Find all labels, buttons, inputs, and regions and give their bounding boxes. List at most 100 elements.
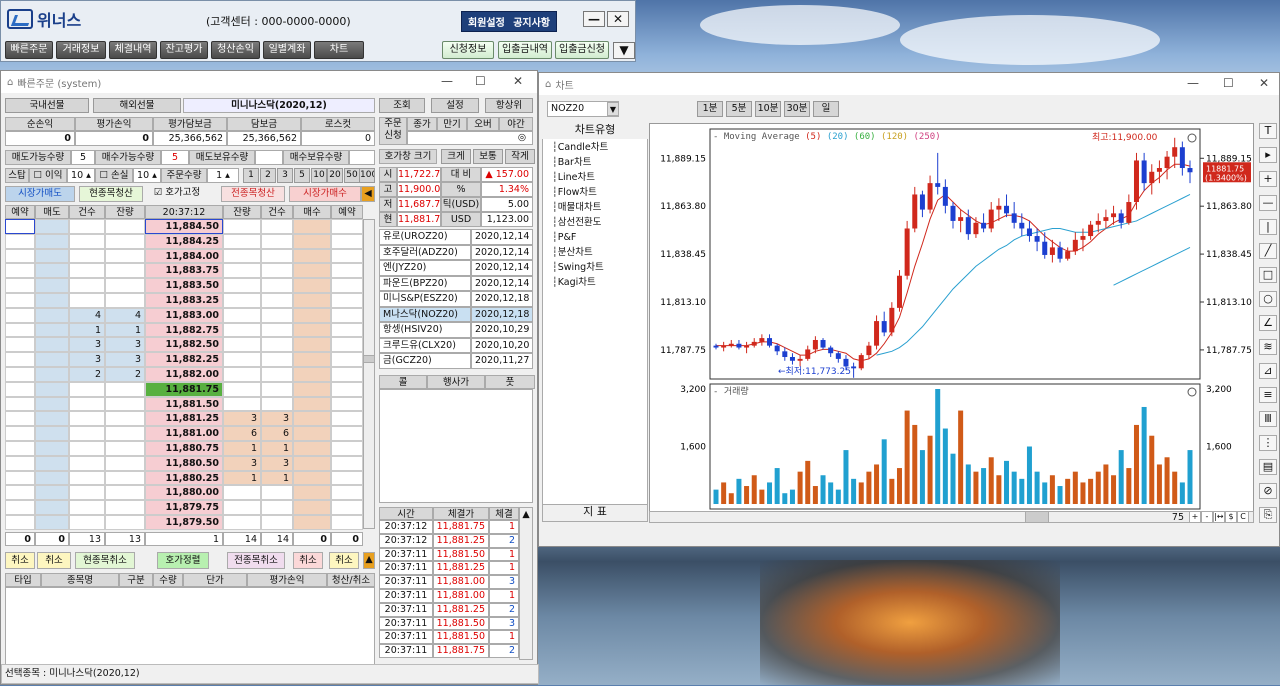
ladder-cell[interactable]: 6 (223, 426, 261, 441)
ladder-price[interactable]: 11,880.50 (145, 455, 223, 471)
ladder-cell[interactable] (223, 352, 261, 367)
ladder-cell[interactable] (5, 263, 35, 279)
product-date-row[interactable]: 2020,12,18 (471, 291, 533, 307)
menu-button-3[interactable]: 잔고평가 (160, 41, 208, 59)
tab-overseas[interactable]: 해외선물 (93, 98, 181, 113)
ladder-price[interactable]: 11,880.25 (145, 470, 223, 486)
ladder-cell[interactable] (35, 293, 69, 308)
drawing-tool-icon[interactable]: ⎘ (1259, 507, 1277, 523)
ladder-cell[interactable] (5, 455, 35, 471)
ladder-cell[interactable] (223, 396, 261, 412)
ladder-cell[interactable] (5, 307, 35, 323)
ladder-cell[interactable] (69, 500, 105, 515)
ladder-cell[interactable] (261, 307, 293, 323)
ladder-cell[interactable] (261, 219, 293, 234)
ladder-cell[interactable] (331, 278, 363, 293)
ladder-cell[interactable] (331, 233, 363, 249)
ladder-cell[interactable] (105, 219, 145, 234)
ladder-cell[interactable] (69, 278, 105, 293)
ladder-cell[interactable] (105, 441, 145, 456)
ladder-cell[interactable] (5, 441, 35, 456)
ladder-cell[interactable] (105, 470, 145, 486)
quote-header-3[interactable]: 오버 (467, 117, 499, 131)
indicator-button[interactable]: 지 표 (542, 504, 648, 522)
ladder-cell[interactable] (293, 426, 331, 441)
market-buy-button[interactable]: 시장가매수 (289, 186, 361, 202)
ladder-cell[interactable] (35, 352, 69, 367)
ladder-cell[interactable]: 3 (105, 352, 145, 367)
ladder-cell[interactable] (293, 441, 331, 456)
ladder-cell[interactable] (69, 470, 105, 486)
drawing-tool-icon[interactable]: ▸ (1259, 147, 1277, 163)
product-name-row[interactable]: M나스닥(NOZ20) (379, 306, 471, 322)
ladder-cell[interactable] (331, 515, 363, 530)
ladder-cell[interactable] (69, 485, 105, 501)
ladder-cell[interactable]: 3 (223, 455, 261, 471)
ladder-cell[interactable] (261, 263, 293, 279)
zoom-button-4[interactable]: C (1237, 511, 1249, 523)
ladder-cell[interactable] (293, 293, 331, 308)
close-button[interactable]: ✕ (607, 11, 629, 27)
trade-scrollbar[interactable]: ▲ (519, 507, 533, 660)
product-date-row[interactable]: 2020,12,14 (471, 260, 533, 276)
ladder-cell[interactable] (35, 367, 69, 382)
drawing-tool-icon[interactable]: ≡ (1259, 387, 1277, 403)
ladder-cell[interactable] (261, 381, 293, 397)
ladder-cell[interactable] (69, 219, 105, 234)
ladder-cell[interactable] (293, 219, 331, 234)
ladder-cell[interactable] (35, 441, 69, 456)
ladder-cell[interactable]: 2 (69, 367, 105, 382)
ladder-cell[interactable] (331, 396, 363, 412)
product-date-row[interactable]: 2020,10,20 (471, 337, 533, 353)
zoom-button-3[interactable]: $ (1225, 511, 1237, 523)
ladder-cell[interactable] (105, 233, 145, 249)
ladder-cell[interactable] (223, 500, 261, 515)
product-name-row[interactable]: 엔(JYZ20) (379, 260, 471, 276)
menu-button-4[interactable]: 청산손익 (211, 41, 260, 59)
quote-header-4[interactable]: 야간 (499, 117, 533, 131)
ladder-cell[interactable] (223, 367, 261, 382)
ladder-cell[interactable] (331, 441, 363, 456)
drawing-tool-icon[interactable]: ╱ (1259, 243, 1277, 259)
ladder-cell[interactable] (69, 396, 105, 412)
chart-type-item[interactable]: ┆Candle차트 (549, 141, 645, 155)
ladder-cell[interactable] (223, 515, 261, 530)
qty-button-10[interactable]: 10 (311, 168, 327, 183)
chart-type-item[interactable]: ┆P&F (549, 231, 645, 245)
ladder-cell[interactable] (5, 485, 35, 501)
drawing-tool-icon[interactable]: — (1259, 195, 1277, 211)
ladder-cell[interactable] (35, 500, 69, 515)
ladder-cell[interactable] (331, 500, 363, 515)
ladder-price[interactable]: 11,883.50 (145, 278, 223, 293)
ladder-cell[interactable] (261, 396, 293, 412)
quote-header-0[interactable]: 주문 신청 (379, 117, 407, 145)
ladder-cell[interactable] (293, 455, 331, 471)
ladder-cell[interactable] (69, 411, 105, 427)
qty-button-2[interactable]: 2 (260, 168, 276, 183)
request-info-button[interactable]: 신청정보 (442, 41, 494, 59)
settings-button[interactable]: 설정 (431, 98, 479, 113)
ladder-cell[interactable] (105, 293, 145, 308)
product-date-row[interactable]: 2020,12,14 (471, 244, 533, 260)
ladder-cell[interactable] (261, 248, 293, 264)
ladder-price[interactable]: 11,882.25 (145, 352, 223, 367)
ladder-cell[interactable] (105, 411, 145, 427)
drawing-tool-icon[interactable]: ⊿ (1259, 363, 1277, 379)
ladder-price[interactable]: 11,880.00 (145, 485, 223, 501)
expand-arrow-icon[interactable]: ▲ (363, 551, 375, 569)
product-name-row[interactable]: 유로(UROZ20) (379, 229, 471, 245)
ladder-cell[interactable] (331, 411, 363, 427)
product-name-row[interactable]: 미니S&P(ESZ20) (379, 291, 471, 307)
member-settings-button[interactable]: 회원설정 (468, 14, 505, 29)
ladder-cell[interactable] (5, 396, 35, 412)
bottom-button-3[interactable]: 호가정렬 (157, 551, 209, 569)
ladder-cell[interactable] (293, 411, 331, 427)
chart-type-item[interactable]: ┆Line차트 (549, 171, 645, 185)
ladder-cell[interactable] (261, 367, 293, 382)
ladder-price[interactable]: 11,882.50 (145, 337, 223, 353)
close-icon[interactable]: ✕ (513, 74, 523, 88)
ladder-cell[interactable] (105, 485, 145, 501)
bottom-button-4[interactable]: 전종목취소 (227, 551, 285, 569)
chart-type-item[interactable]: ┆삼선전환도 (549, 216, 645, 230)
loss-value[interactable]: 10 ▴ (133, 168, 161, 183)
